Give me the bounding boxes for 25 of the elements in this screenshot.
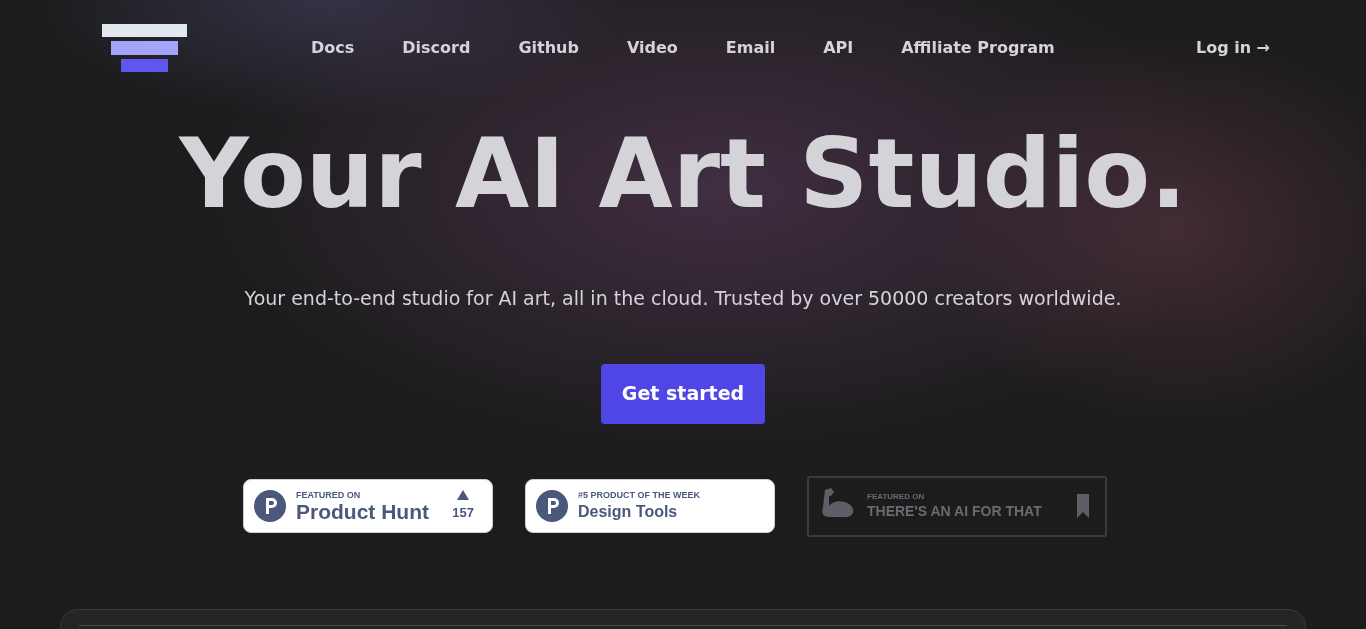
- nav-link[interactable]: Email: [725, 36, 776, 60]
- hero-title: Your AI Art Studio.: [177, 126, 1188, 222]
- logo-icon[interactable]: [102, 24, 187, 72]
- badge-title: Design Tools: [578, 501, 679, 522]
- product-hunt-logo-icon: [536, 490, 568, 522]
- badge-caption: FEATURED ON: [296, 489, 362, 501]
- vote-count: 157: [452, 503, 474, 522]
- nav-link[interactable]: API: [823, 36, 854, 60]
- badge-title: Product Hunt: [296, 500, 430, 523]
- login-link[interactable]: Log in →: [1195, 36, 1270, 60]
- upvote-icon: [457, 489, 470, 500]
- get-started-button[interactable]: Get started: [601, 363, 765, 424]
- nav-link[interactable]: Github: [518, 36, 579, 60]
- hero-subtitle: Your end-to-end studio for AI art, all in the cloud. Trusted by over 50000 creators worldwide.: [243, 286, 1123, 311]
- product-hunt-badge[interactable]: #5 PRODUCT OF THE WEEK Design Tools: [525, 479, 775, 533]
- nav-link[interactable]: Discord: [402, 36, 471, 60]
- nav-link[interactable]: Affiliate Program: [901, 36, 1055, 60]
- badge-title: THERE'S AN AI FOR THAT: [867, 502, 1043, 520]
- badge-caption: FEATURED ON: [867, 492, 926, 502]
- product-hunt-logo-icon: [254, 490, 286, 522]
- nav-link[interactable]: Video: [626, 36, 678, 60]
- badge-caption: #5 PRODUCT OF THE WEEK: [578, 489, 701, 501]
- nav-link[interactable]: Docs: [311, 36, 355, 60]
- product-hunt-badge[interactable]: FEATURED ON Product Hunt 157: [243, 479, 493, 533]
- bookmark-icon: [1077, 494, 1089, 518]
